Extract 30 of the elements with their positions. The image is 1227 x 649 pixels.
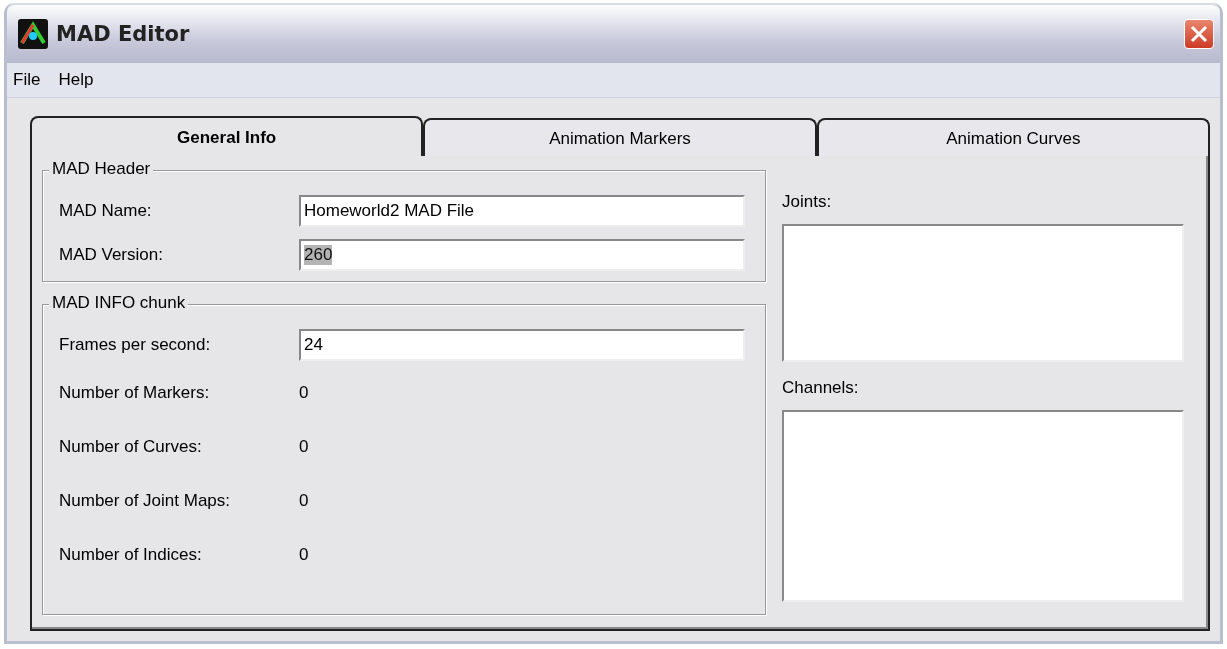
count-value: 0: [299, 383, 309, 403]
list-label: Joints:: [782, 192, 833, 212]
tab[interactable]: General Info: [30, 116, 424, 158]
field-label: Frames per second:: [59, 335, 212, 355]
field-value: 260: [304, 245, 333, 265]
list-label: Channels:: [782, 378, 860, 398]
field-label: Number of Joint Maps:: [59, 491, 231, 511]
field-label: Number of Indices:: [59, 545, 203, 565]
count-value: 0: [299, 437, 309, 457]
field-label: Number of Markers:: [59, 383, 211, 403]
tab[interactable]: Animation Markers: [423, 118, 817, 158]
close-icon: [1189, 24, 1209, 44]
list-box[interactable]: [782, 224, 1184, 362]
field-label: Number of Curves:: [59, 437, 203, 457]
field-value: 24: [304, 335, 323, 355]
text-field[interactable]: 24: [299, 329, 745, 361]
count-value: 0: [299, 545, 309, 565]
field-label: MAD Name:: [59, 201, 153, 221]
close-button[interactable]: [1184, 19, 1214, 49]
menu-item[interactable]: File: [13, 70, 41, 90]
menu-item[interactable]: Help: [58, 70, 94, 90]
field-value: Homeworld2 MAD File: [304, 201, 475, 221]
app-logo-icon: [18, 19, 48, 49]
window-title: MAD Editor: [56, 22, 191, 46]
text-field[interactable]: Homeworld2 MAD File: [299, 195, 745, 227]
count-value: 0: [299, 491, 309, 511]
text-field[interactable]: 260: [299, 239, 745, 271]
field-label: MAD Version:: [59, 245, 164, 265]
list-box[interactable]: [782, 410, 1184, 602]
tab[interactable]: Animation Curves: [816, 118, 1210, 158]
